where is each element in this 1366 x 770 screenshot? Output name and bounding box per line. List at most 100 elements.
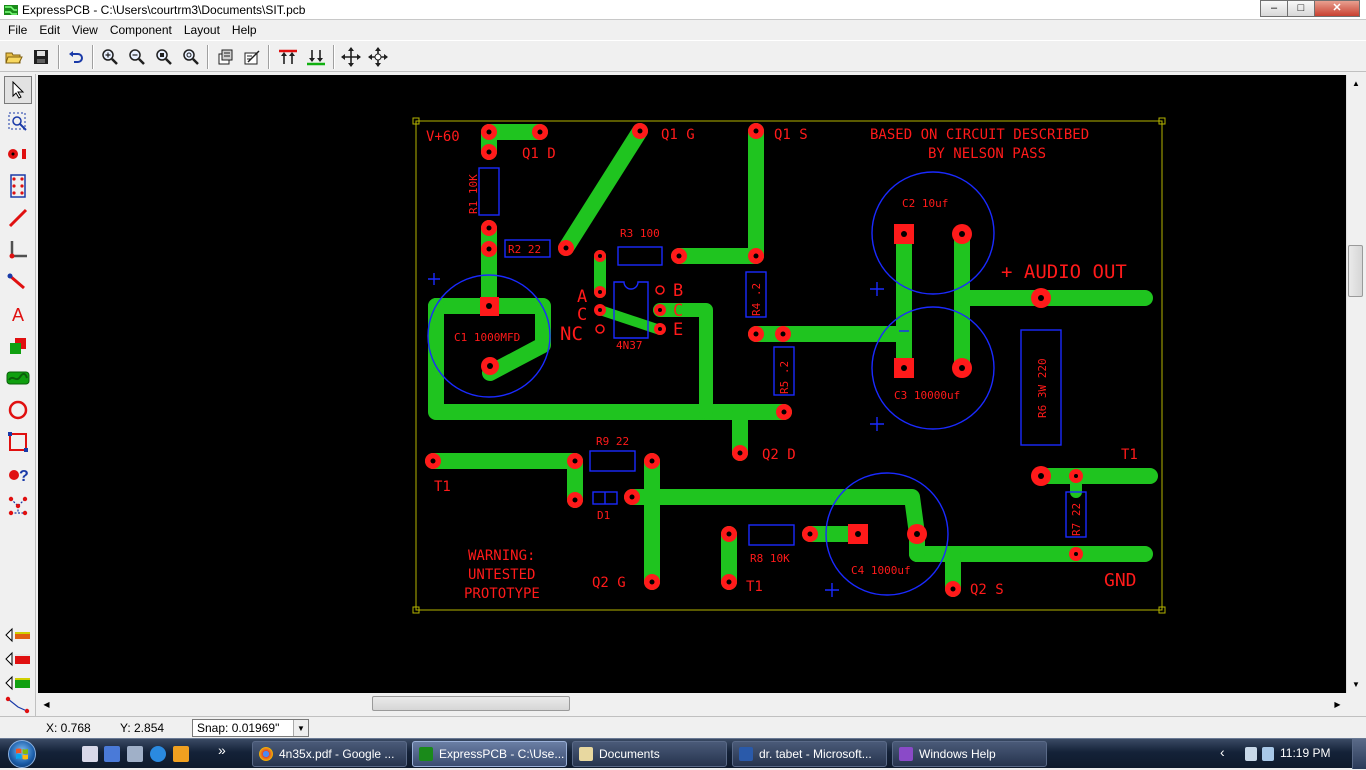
trace bbox=[671, 123, 764, 264]
label-credit-1: BASED ON CIRCUIT DESCRIBED bbox=[870, 127, 1089, 143]
menu-file[interactable]: File bbox=[2, 20, 33, 40]
maximize-button[interactable]: □ bbox=[1287, 0, 1315, 17]
taskbar-item-documents[interactable]: Documents bbox=[572, 741, 727, 767]
pad-icon[interactable] bbox=[4, 140, 32, 168]
rectangle-icon[interactable] bbox=[4, 428, 32, 456]
label-e: E bbox=[673, 320, 683, 340]
taskbar-item-word[interactable]: dr. tabet - Microsoft... bbox=[732, 741, 887, 767]
component-icon[interactable] bbox=[4, 172, 32, 200]
title-bar: ExpressPCB - C:\Users\courtrm3\Documents… bbox=[0, 0, 1366, 20]
taskbar-item-label: dr. tabet - Microsoft... bbox=[759, 747, 872, 761]
tray-icon[interactable] bbox=[1262, 747, 1274, 761]
label-warning-1: WARNING: bbox=[468, 548, 535, 564]
taskbar-item-chrome[interactable]: 4n35x.pdf - Google ... bbox=[252, 741, 407, 767]
trace bbox=[624, 489, 925, 542]
label-nc: NC bbox=[560, 323, 583, 345]
silkscreen-layer-icon[interactable] bbox=[4, 672, 32, 694]
scroll-left-arrow-icon[interactable]: ◀ bbox=[38, 695, 55, 713]
snap-select[interactable]: Snap: 0.01969" ▼ bbox=[192, 719, 309, 737]
horizontal-scroll-thumb[interactable] bbox=[372, 696, 570, 711]
taskbar-item-label: 4n35x.pdf - Google ... bbox=[279, 747, 395, 761]
x-coordinate: X: 0.768 bbox=[46, 721, 91, 735]
component-properties-icon[interactable] bbox=[213, 45, 237, 69]
label-ic: 4N37 bbox=[616, 339, 643, 352]
close-button[interactable]: ✕ bbox=[1314, 0, 1360, 17]
layer-down-icon[interactable] bbox=[304, 45, 328, 69]
label-vplus: V+60 bbox=[426, 129, 460, 145]
menu-bar: File Edit View Component Layout Help bbox=[0, 20, 1366, 40]
menu-edit[interactable]: Edit bbox=[33, 20, 66, 40]
pan-icon[interactable] bbox=[366, 45, 390, 69]
network-icon[interactable] bbox=[1245, 747, 1257, 761]
internet-explorer-icon[interactable] bbox=[150, 746, 166, 762]
top-layer-icon[interactable] bbox=[4, 624, 32, 646]
move-icon[interactable] bbox=[339, 45, 363, 69]
save-icon[interactable] bbox=[29, 45, 53, 69]
taskbar-item-expresspcb[interactable]: ExpressPCB - C:\Use... bbox=[412, 741, 567, 767]
taskbar-item-windows-help[interactable]: Windows Help bbox=[892, 741, 1047, 767]
svg-text:?: ? bbox=[19, 468, 29, 485]
quicklaunch-overflow-icon[interactable]: » bbox=[218, 742, 226, 758]
quicklaunch-desktop-icon[interactable] bbox=[104, 746, 120, 762]
label-t1-bottom: T1 bbox=[746, 579, 763, 595]
silk-icon[interactable] bbox=[4, 364, 32, 392]
label-a: A bbox=[577, 287, 587, 307]
open-icon[interactable] bbox=[2, 45, 26, 69]
windows-taskbar: » 4n35x.pdf - Google ... ExpressPCB - C:… bbox=[0, 738, 1366, 769]
zoom-out-icon[interactable] bbox=[125, 45, 149, 69]
start-button[interactable] bbox=[8, 740, 36, 768]
text-icon[interactable]: A bbox=[4, 300, 32, 328]
pcb-layout[interactable]: V+60 Q1 D Q1 G Q1 S BASED ON CIRCUIT DES… bbox=[38, 75, 1346, 693]
tray-expand-icon[interactable]: ‹ bbox=[1220, 744, 1225, 760]
help-icon bbox=[899, 747, 913, 761]
chevron-down-icon[interactable]: ▼ bbox=[293, 720, 308, 736]
left-tool-palette: A ? bbox=[0, 74, 36, 718]
label-r3: R3 100 bbox=[620, 227, 660, 240]
label-c3: C3 10000uf bbox=[894, 389, 960, 402]
zoom-fit-icon[interactable] bbox=[179, 45, 203, 69]
zoom-window-icon[interactable] bbox=[152, 45, 176, 69]
snap-value: Snap: 0.01969" bbox=[197, 721, 280, 735]
menu-help[interactable]: Help bbox=[226, 20, 263, 40]
quicklaunch-app-icon[interactable] bbox=[173, 746, 189, 762]
scroll-up-arrow-icon[interactable]: ▲ bbox=[1347, 75, 1365, 92]
label-d1: D1 bbox=[597, 509, 610, 522]
zoom-in-icon[interactable] bbox=[98, 45, 122, 69]
pcb-canvas[interactable]: V+60 Q1 D Q1 G Q1 S BASED ON CIRCUIT DES… bbox=[38, 75, 1346, 693]
minimize-button[interactable]: – bbox=[1260, 0, 1288, 17]
netlist-icon[interactable] bbox=[4, 492, 32, 520]
folder-icon bbox=[579, 747, 593, 761]
menu-view[interactable]: View bbox=[66, 20, 104, 40]
layer-icon[interactable] bbox=[4, 332, 32, 360]
undo-icon[interactable] bbox=[64, 45, 88, 69]
layer-up-icon[interactable] bbox=[276, 45, 300, 69]
horizontal-scrollbar[interactable]: ◀ ▶ bbox=[38, 695, 1346, 713]
pad-properties-icon[interactable] bbox=[240, 45, 264, 69]
query-icon[interactable]: ? bbox=[4, 460, 32, 488]
circle-icon[interactable] bbox=[4, 396, 32, 424]
r8-outline bbox=[748, 524, 795, 546]
quicklaunch-explorer-icon[interactable] bbox=[127, 746, 143, 762]
trace bbox=[595, 305, 665, 335]
label-q1s: Q1 S bbox=[774, 127, 808, 143]
zoom-icon[interactable] bbox=[4, 108, 32, 136]
menu-component[interactable]: Component bbox=[104, 20, 178, 40]
scroll-down-arrow-icon[interactable]: ▼ bbox=[1347, 676, 1365, 693]
clock[interactable]: 11:19 PM bbox=[1280, 746, 1330, 760]
select-icon[interactable] bbox=[4, 76, 32, 104]
show-desktop-button[interactable] bbox=[1352, 739, 1366, 769]
y-coordinate: Y: 2.854 bbox=[120, 721, 165, 735]
ratsnest-icon[interactable] bbox=[4, 694, 32, 716]
bottom-layer-icon[interactable] bbox=[4, 648, 32, 670]
angle-trace-icon[interactable] bbox=[4, 268, 32, 296]
vertical-scroll-thumb[interactable] bbox=[1348, 245, 1363, 297]
menu-layout[interactable]: Layout bbox=[178, 20, 226, 40]
corner-icon[interactable] bbox=[4, 236, 32, 264]
label-q2d: Q2 D bbox=[762, 447, 796, 463]
vertical-scrollbar[interactable]: ▲ ▼ bbox=[1346, 75, 1364, 693]
expresspcb-app-icon bbox=[4, 5, 18, 15]
label-t1-left: T1 bbox=[434, 479, 451, 495]
trace-icon[interactable] bbox=[4, 204, 32, 232]
scroll-right-arrow-icon[interactable]: ▶ bbox=[1329, 695, 1346, 713]
quicklaunch-file-icon[interactable] bbox=[82, 746, 98, 762]
